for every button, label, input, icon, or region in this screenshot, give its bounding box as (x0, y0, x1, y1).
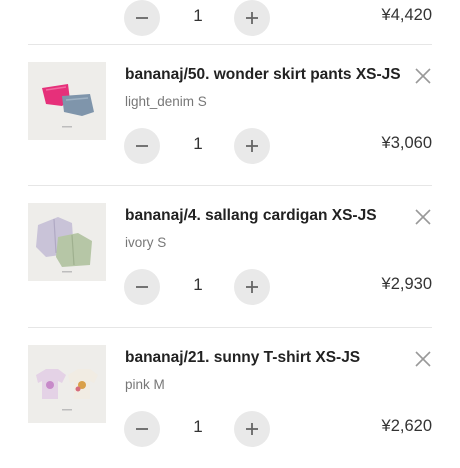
plus-icon (246, 281, 258, 293)
increase-quantity-button[interactable] (234, 411, 270, 447)
product-name[interactable]: bananaj/50. wonder skirt pants XS-JS (125, 66, 401, 84)
increase-quantity-button[interactable] (234, 269, 270, 305)
product-name[interactable]: bananaj/4. sallang cardigan XS-JS (125, 207, 377, 225)
minus-icon (136, 286, 148, 288)
close-icon (415, 68, 431, 84)
product-image (28, 345, 106, 423)
decrease-quantity-button[interactable] (124, 411, 160, 447)
product-name[interactable]: bananaj/21. sunny T-shirt XS-JS (125, 349, 360, 367)
minus-icon (136, 145, 148, 147)
item-price: ¥3,060 (381, 134, 432, 152)
cart-item: bananaj/4. sallang cardigan XS-JS ivory … (28, 185, 432, 326)
quantity-value: 1 (193, 417, 203, 436)
product-thumbnail[interactable] (28, 62, 106, 140)
remove-item-button[interactable] (413, 207, 433, 227)
decrease-quantity-button[interactable] (124, 0, 160, 36)
plus-icon (246, 12, 258, 24)
cart-list: 1 ¥4,420 bananaj/50. wonder skirt pants … (0, 0, 460, 460)
product-image (28, 203, 106, 281)
close-icon (415, 209, 431, 225)
item-price: ¥4,420 (381, 6, 432, 24)
product-thumbnail[interactable] (28, 345, 106, 423)
quantity-value: 1 (193, 6, 203, 25)
product-thumbnail[interactable] (28, 203, 106, 281)
decrease-quantity-button[interactable] (124, 128, 160, 164)
quantity-value: 1 (193, 275, 203, 294)
item-price: ¥2,930 (381, 275, 432, 293)
product-variant: light_denim S (125, 94, 207, 109)
close-icon (415, 351, 431, 367)
quantity-value: 1 (193, 134, 203, 153)
product-variant: pink M (125, 377, 165, 392)
minus-icon (136, 428, 148, 430)
decrease-quantity-button[interactable] (124, 269, 160, 305)
item-price: ¥2,620 (381, 417, 432, 435)
cart-item: bananaj/21. sunny T-shirt XS-JS pink M 1… (28, 327, 432, 468)
remove-item-button[interactable] (413, 349, 433, 369)
product-image (28, 62, 106, 140)
minus-icon (136, 17, 148, 19)
plus-icon (246, 140, 258, 152)
increase-quantity-button[interactable] (234, 128, 270, 164)
increase-quantity-button[interactable] (234, 0, 270, 36)
cart-item: bananaj/50. wonder skirt pants XS-JS lig… (28, 44, 432, 185)
product-variant: ivory S (125, 235, 167, 250)
plus-icon (246, 423, 258, 435)
remove-item-button[interactable] (413, 66, 433, 86)
